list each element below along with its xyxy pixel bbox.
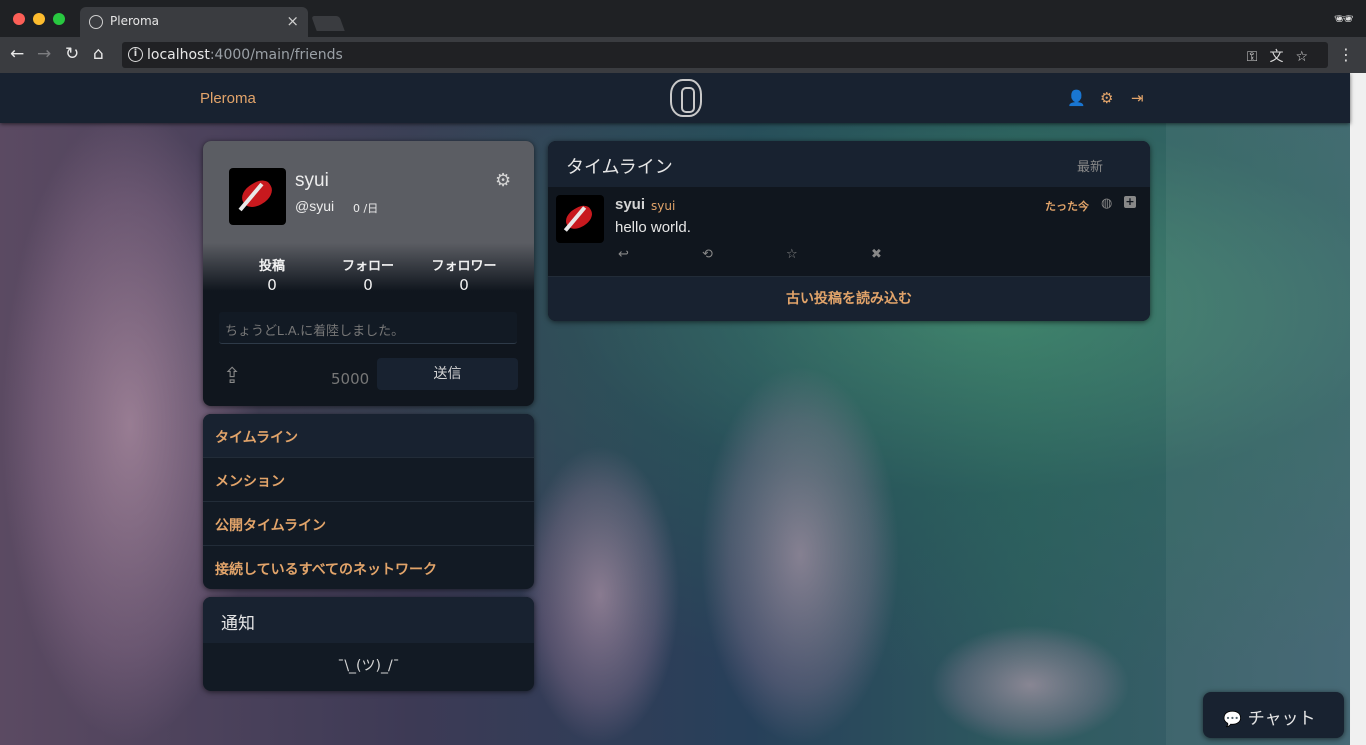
stat-value: 0 xyxy=(267,276,277,294)
pleroma-logo-icon[interactable] xyxy=(670,79,702,117)
maximize-window-button[interactable] xyxy=(53,13,65,25)
gear-icon[interactable]: ⚙ xyxy=(1100,89,1113,107)
background-overlay xyxy=(1166,123,1350,745)
chat-bubble-icon: 💬 xyxy=(1223,710,1242,728)
site-info-icon[interactable]: i xyxy=(128,47,143,62)
star-icon[interactable]: ☆ xyxy=(1295,49,1320,65)
browser-tab-strip: Pleroma × 🕶 xyxy=(0,0,1366,37)
status-content: hello world. xyxy=(615,219,691,236)
stat-followers[interactable]: フォロワー 0 xyxy=(414,255,514,294)
retweet-icon[interactable]: ⟲ xyxy=(702,247,713,262)
user-display-name: syui xyxy=(295,170,329,191)
nav-item-public-timeline[interactable]: 公開タイムライン xyxy=(203,502,534,546)
stat-value: 0 xyxy=(363,276,373,294)
url-path: :4000/main/friends xyxy=(209,47,343,63)
page-scrollbar[interactable] xyxy=(1350,73,1366,745)
notifications-title: 通知 xyxy=(203,597,534,643)
timeline-header: タイムライン 最新 xyxy=(548,141,1150,187)
user-card-header: syui @syui 0 /日 ⚙ 投稿 0 フォロー 0 フォロワー 0 xyxy=(203,141,534,294)
stat-label: フォロー xyxy=(341,259,394,274)
stat-following[interactable]: フォロー 0 xyxy=(318,255,418,294)
post-input[interactable]: ちょうどL.A.に着陸しました。 xyxy=(219,312,517,344)
url-text: localhost:4000/main/friends xyxy=(147,47,343,63)
back-icon[interactable]: ← xyxy=(10,44,24,64)
refresh-button[interactable]: 最新 xyxy=(1077,156,1103,175)
stat-label: フォロワー xyxy=(431,259,497,274)
send-button[interactable]: 送信 xyxy=(377,358,518,390)
translate-icon[interactable]: 文 xyxy=(1269,49,1295,65)
logout-icon[interactable]: ⇥ xyxy=(1131,89,1144,107)
key-icon[interactable]: ⚿ xyxy=(1247,49,1270,65)
expand-icon[interactable]: + xyxy=(1124,196,1136,208)
nav-panel: タイムライン メンション 公開タイムライン 接続しているすべてのネットワーク xyxy=(203,414,534,589)
minimize-window-button[interactable] xyxy=(33,13,45,25)
nav-item-whole-network[interactable]: 接続しているすべてのネットワーク xyxy=(203,546,534,589)
home-icon[interactable]: ⌂ xyxy=(93,44,104,64)
nav-item-mentions[interactable]: メンション xyxy=(203,458,534,502)
chat-button[interactable]: 💬 チャット xyxy=(1203,692,1344,738)
delete-icon[interactable]: ✖ xyxy=(871,247,882,262)
browser-toolbar: ← → ↻ ⌂ i localhost:4000/main/friends ⚿文… xyxy=(0,37,1366,73)
stat-label: 投稿 xyxy=(258,259,285,274)
new-tab-button[interactable] xyxy=(311,16,345,31)
user-card: syui @syui 0 /日 ⚙ 投稿 0 フォロー 0 フォロワー 0 ちょ… xyxy=(203,141,534,406)
status-item: syui syui たった今 ◍ + hello world. ↩ ⟲ ☆ ✖ xyxy=(548,187,1150,277)
favorite-star-icon[interactable]: ☆ xyxy=(786,247,798,262)
posts-per-day: 0 /日 xyxy=(353,202,379,215)
status-avatar[interactable] xyxy=(556,195,604,243)
reply-icon[interactable]: ↩ xyxy=(618,247,629,262)
pleroma-favicon-icon xyxy=(89,15,103,29)
nav-item-timeline[interactable]: タイムライン xyxy=(203,414,534,458)
tab-title: Pleroma xyxy=(110,14,160,28)
user-handle[interactable]: @syui xyxy=(295,198,334,214)
top-navbar: Pleroma 👤 ⚙ ⇥ xyxy=(0,73,1350,123)
timeline-panel: タイムライン 最新 syui syui たった今 ◍ + hello world… xyxy=(548,141,1150,321)
browser-tab[interactable]: Pleroma × xyxy=(80,7,308,37)
page: Pleroma 👤 ⚙ ⇥ syui @syui 0 /日 ⚙ 投稿 0 フォロ… xyxy=(0,73,1366,745)
incognito-icon: 🕶 xyxy=(1333,9,1354,28)
avatar[interactable] xyxy=(229,168,286,225)
brand-link[interactable]: Pleroma xyxy=(200,90,256,107)
chat-label: チャット xyxy=(1247,709,1316,729)
status-author-name[interactable]: syui xyxy=(615,196,645,213)
timeline-title: タイムライン xyxy=(566,157,673,178)
load-older-button[interactable]: 古い投稿を読み込む xyxy=(548,277,1150,321)
stat-posts[interactable]: 投稿 0 xyxy=(222,255,322,294)
forward-icon[interactable]: → xyxy=(37,44,51,64)
address-bar[interactable]: i localhost:4000/main/friends ⚿文☆ xyxy=(122,42,1328,68)
upload-icon[interactable]: ⇪ xyxy=(223,364,241,389)
url-host: localhost xyxy=(147,47,210,63)
globe-icon: ◍ xyxy=(1101,196,1113,211)
background-tree xyxy=(930,625,1130,745)
notifications-empty: ¯\_(ツ)_/¯ xyxy=(337,658,400,674)
omnibox-icons: ⚿文☆ xyxy=(1247,46,1320,66)
notifications-panel: 通知 ¯\_(ツ)_/¯ xyxy=(203,597,534,691)
reload-icon[interactable]: ↻ xyxy=(65,44,79,64)
user-settings-gear-icon[interactable]: ⚙ xyxy=(495,170,511,191)
status-timestamp[interactable]: たった今 xyxy=(1045,198,1089,214)
close-window-button[interactable] xyxy=(13,13,25,25)
user-plus-icon[interactable]: 👤 xyxy=(1067,89,1086,107)
menu-icon[interactable]: ⋮ xyxy=(1338,45,1354,64)
status-author-handle[interactable]: syui xyxy=(651,199,675,213)
background-tree xyxy=(700,365,900,745)
stat-value: 0 xyxy=(459,276,469,294)
background-tree xyxy=(520,445,680,745)
character-counter: 5000 xyxy=(331,370,370,388)
tab-close-icon[interactable]: × xyxy=(286,12,299,30)
